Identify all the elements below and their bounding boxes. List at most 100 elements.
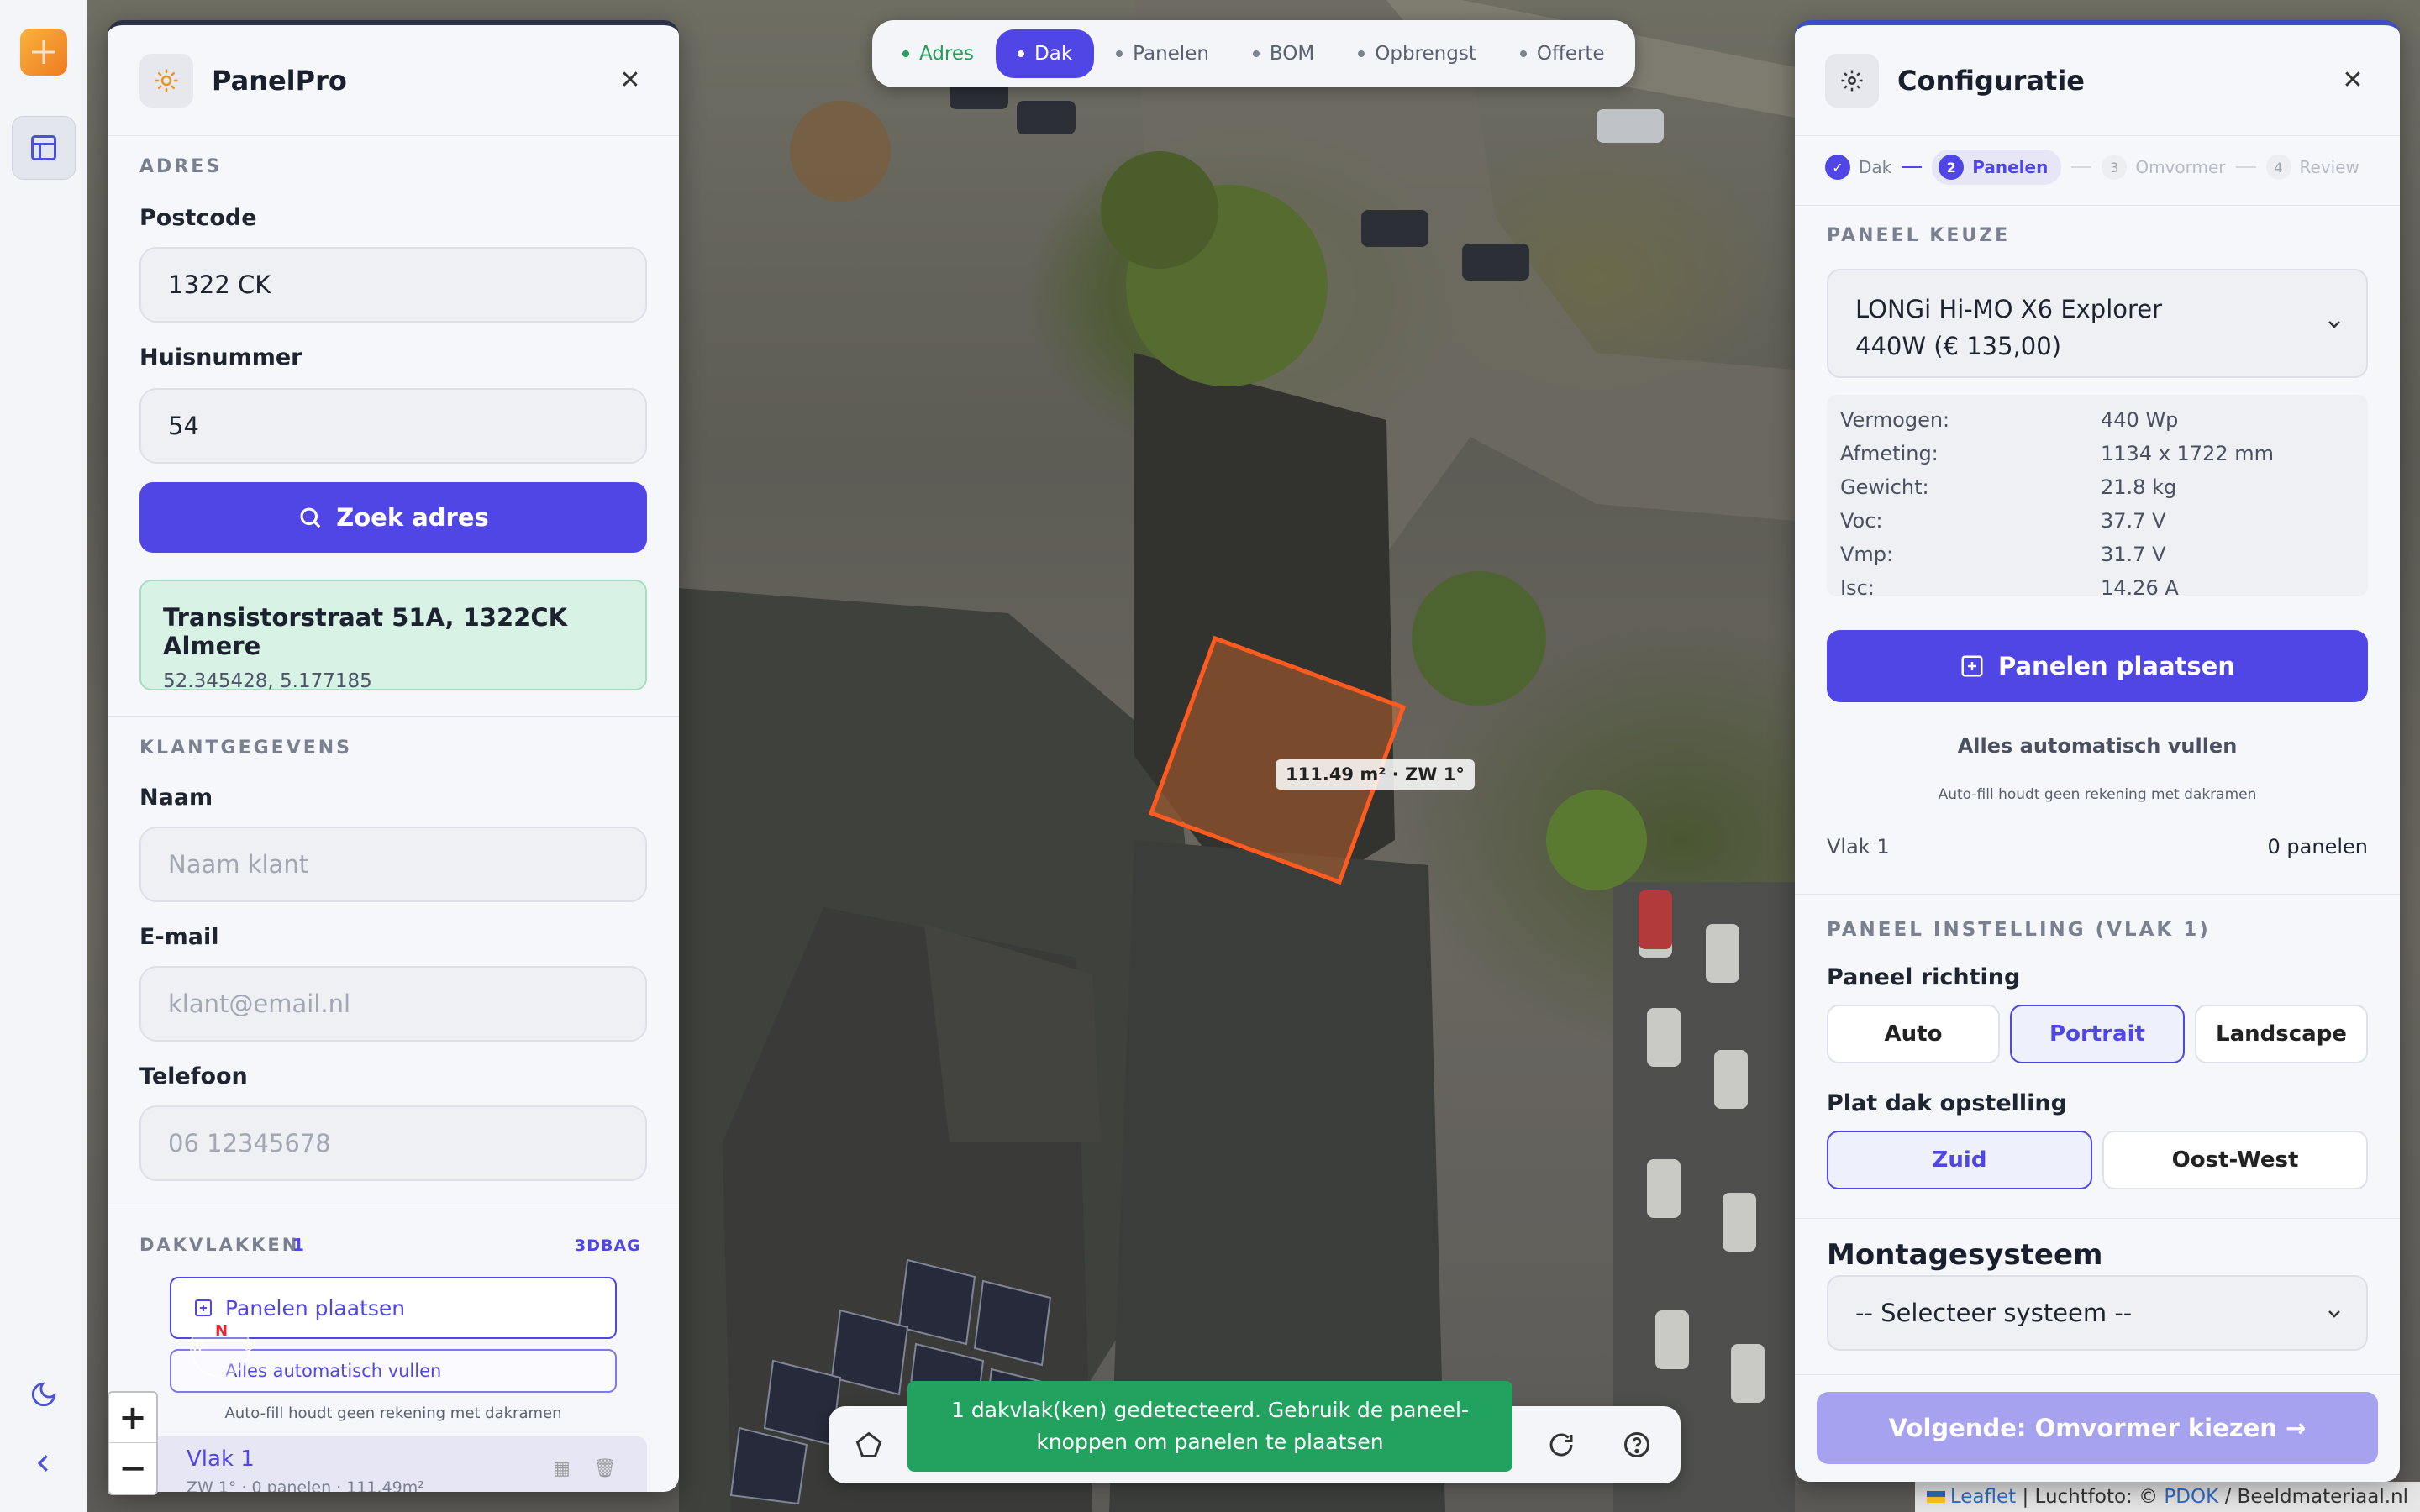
vlak-panel-count: 0 panelen: [2267, 835, 2368, 858]
refresh-icon[interactable]: [1546, 1430, 1576, 1463]
panel-select[interactable]: LONGi Hi-MO X6 Explorer 440W (€ 135,00): [1827, 269, 2368, 378]
flat-roof-label: Plat dak opstelling: [1827, 1090, 2067, 1116]
next-inverter-button[interactable]: Volgende: Omvormer kiezen →: [1817, 1392, 2378, 1464]
dark-mode-button[interactable]: [24, 1374, 64, 1415]
telefoon-label: Telefoon: [139, 1063, 248, 1089]
tab-opbrengst[interactable]: Opbrengst: [1336, 29, 1498, 78]
tab-panelen[interactable]: Panelen: [1094, 29, 1231, 78]
flag-icon: [1926, 1491, 1945, 1503]
close-icon[interactable]: ✕: [613, 66, 647, 95]
email-input[interactable]: klant@email.nl: [139, 966, 647, 1042]
place-panels-button[interactable]: Panelen plaatsen: [1827, 630, 2368, 702]
panel-specs: Vermogen: 440 Wp Afmeting: 1134 x 1722 mm …: [1827, 395, 2368, 600]
roof-source-link[interactable]: 3DBAG: [575, 1236, 641, 1255]
configuration-panel: Configuratie ✕ ✓ Dak 2 Panelen 3 Omvorme…: [1795, 20, 2400, 1482]
layout-icon: [31, 135, 56, 160]
search-address-button[interactable]: Zoek adres: [139, 482, 647, 553]
gear-icon: [1825, 53, 1879, 108]
huisnummer-label: Huisnummer: [139, 344, 302, 370]
moon-icon: [31, 1382, 56, 1407]
detection-toast: 1 dakvlak(ken) gedetecteerd. Gebruik de …: [908, 1381, 1512, 1472]
zoom-control: + −: [108, 1391, 158, 1495]
tab-dak[interactable]: Dak: [996, 29, 1095, 78]
tab-bom[interactable]: BOM: [1231, 29, 1336, 78]
roof-area-label: 111.49 m² · ZW 1°: [1276, 759, 1475, 790]
address-panel: PanelPro ✕ ADRES Postcode 1322 CK Huisnu…: [108, 20, 679, 1492]
sun-icon: [139, 53, 193, 108]
step-dak[interactable]: ✓ Dak: [1825, 155, 1891, 180]
section-panel-choice: PANEEL KEUZE: [1827, 225, 2011, 246]
result-address: Transistorstraat 51A, 1322CK Almere: [163, 603, 568, 660]
config-header: Configuratie ✕: [1795, 25, 2400, 136]
zoom-in-button[interactable]: +: [109, 1393, 156, 1443]
polygon-draw-icon[interactable]: [854, 1430, 884, 1463]
roof-list-item[interactable]: Vlak 1 ZW 1° · 0 panelen · 111.49m² ▦ 🗑: [139, 1436, 647, 1492]
huisnummer-input[interactable]: 54: [139, 388, 647, 464]
orientation-auto[interactable]: Auto: [1827, 1005, 2000, 1063]
step-omvormer[interactable]: 3 Omvormer: [2102, 155, 2226, 180]
section-address: ADRES: [139, 156, 223, 177]
roof-item-detail: ZW 1° · 0 panelen · 111.49m²: [187, 1478, 424, 1492]
close-icon[interactable]: ✕: [2336, 66, 2370, 95]
app-logo: [20, 29, 67, 76]
trash-icon[interactable]: 🗑: [593, 1458, 617, 1479]
postcode-label: Postcode: [139, 205, 257, 231]
spec-row: Vmp: 31.7 V: [1840, 543, 2166, 566]
app-rail: [0, 0, 87, 1512]
search-icon: [300, 507, 321, 528]
chevron-down-icon: [2328, 1310, 2340, 1318]
chevron-left-icon: [37, 1455, 48, 1472]
roof-count-badge: 1: [292, 1235, 304, 1255]
autofill-note: Auto-fill houdt geen rekening met dakram…: [1938, 786, 2257, 803]
workflow-tabs: Adres Dak Panelen BOM Opbrengst Offerte: [872, 20, 1635, 87]
left-autofill-note: Auto-fill houdt geen rekening met dakram…: [224, 1404, 562, 1422]
telefoon-input[interactable]: 06 12345678: [139, 1105, 647, 1181]
postcode-input[interactable]: 1322 CK: [139, 247, 647, 323]
layout-nav-button[interactable]: [12, 116, 76, 180]
flat-oost-west[interactable]: Oost-West: [2102, 1131, 2368, 1189]
tab-offerte[interactable]: Offerte: [1498, 29, 1627, 78]
panel-header: PanelPro ✕: [108, 25, 679, 136]
vlak-name: Vlak 1: [1827, 835, 1890, 858]
orientation-portrait[interactable]: Portrait: [2010, 1005, 2185, 1063]
naam-label: Naam: [139, 785, 213, 811]
grid-icon[interactable]: ▦: [553, 1458, 571, 1479]
mount-select[interactable]: -- Selecteer systeem --: [1827, 1275, 2368, 1351]
collapse-rail-button[interactable]: [24, 1443, 64, 1483]
attrib-pdok-link[interactable]: PDOK: [2164, 1486, 2218, 1508]
stepper: ✓ Dak 2 Panelen 3 Omvormer 4 Review: [1825, 146, 2380, 188]
flat-zuid[interactable]: Zuid: [1827, 1131, 2092, 1189]
plus-square-icon: [1961, 655, 1983, 677]
spec-row: Gewicht: 21.8 kg: [1840, 475, 2177, 499]
naam-input[interactable]: Naam klant: [139, 827, 647, 902]
help-icon[interactable]: [1622, 1430, 1652, 1463]
email-label: E-mail: [139, 924, 219, 950]
config-title: Configuratie: [1897, 64, 2085, 97]
compass-west: W: [192, 1341, 203, 1354]
plus-square-icon: [195, 1299, 212, 1316]
step-panelen[interactable]: 2 Panelen: [1932, 150, 2062, 185]
section-roofs: DAKVLAKKEN: [139, 1235, 300, 1255]
attrib-text: | Luchtfoto: ©: [2022, 1486, 2159, 1508]
spec-row: Afmeting: 1134 x 1722 mm: [1840, 442, 2275, 465]
orientation-landscape[interactable]: Landscape: [2195, 1005, 2368, 1063]
spec-row: Isc: 14.26 A: [1840, 576, 2179, 600]
roof-item-name: Vlak 1: [187, 1446, 255, 1472]
result-coordinates: 52.345428, 5.177185: [163, 670, 372, 692]
step-review[interactable]: 4 Review: [2265, 155, 2360, 180]
address-result-card: Transistorstraat 51A, 1322CK Almere 52.3…: [139, 580, 647, 692]
compass-north: N: [215, 1322, 229, 1340]
attrib-leaflet-link[interactable]: Leaflet: [1950, 1486, 2016, 1508]
section-panel-setting: PANEEL INSTELLING (VLAK 1): [1827, 919, 2211, 941]
tab-adres[interactable]: Adres: [881, 29, 996, 78]
zoom-out-button[interactable]: −: [109, 1443, 156, 1494]
spec-row: Vermogen: 440 Wp: [1840, 408, 2179, 432]
autofill-button[interactable]: Alles automatisch vullen: [1795, 734, 2400, 758]
attrib-end: / Beeldmateriaal.nl: [2224, 1486, 2409, 1508]
compass-east: O: [244, 1341, 254, 1354]
orientation-label: Paneel richting: [1827, 964, 2021, 990]
app-title: PanelPro: [212, 64, 347, 97]
spec-row: Voc: 37.7 V: [1840, 509, 2166, 533]
compass-control[interactable]: N W O: [190, 1317, 254, 1378]
section-customer: KLANTGEGEVENS: [139, 738, 352, 759]
